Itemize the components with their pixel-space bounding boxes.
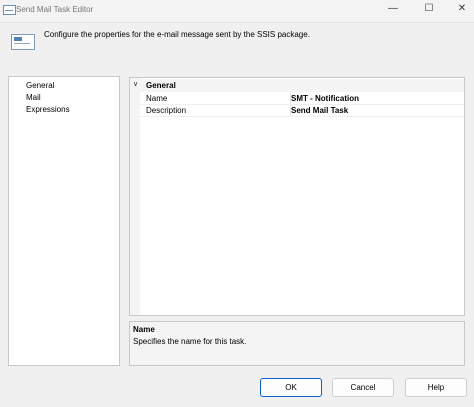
- title-bar: Send Mail Task Editor — ☐ ✕: [0, 0, 474, 23]
- property-value[interactable]: Send Mail Task: [291, 106, 348, 115]
- property-row-description[interactable]: Description Send Mail Task: [140, 104, 464, 117]
- email-icon: [11, 34, 35, 50]
- help-button[interactable]: Help: [405, 378, 467, 397]
- description-pane: Name Specifies the name for this task.: [129, 321, 465, 366]
- description-title: Name: [133, 325, 155, 334]
- header-description: Configure the properties for the e-mail …: [44, 30, 310, 39]
- chevron-down-icon[interactable]: ∨: [133, 80, 138, 88]
- minimize-button[interactable]: —: [378, 0, 408, 22]
- window-title: Send Mail Task Editor: [16, 5, 94, 14]
- property-name: Description: [146, 106, 187, 115]
- property-value[interactable]: SMT - Notification: [291, 94, 359, 103]
- category-row-general[interactable]: ∨ General: [130, 79, 464, 92]
- category-label: General: [146, 81, 176, 90]
- dialog-header: Configure the properties for the e-mail …: [0, 23, 474, 65]
- property-grid: ∨ General Name SMT - Notification Descri…: [129, 77, 465, 316]
- nav-item-mail[interactable]: Mail: [26, 93, 41, 102]
- ok-button[interactable]: OK: [260, 378, 322, 397]
- cancel-button[interactable]: Cancel: [332, 378, 394, 397]
- property-name: Name: [146, 94, 168, 103]
- grid-gutter: [130, 78, 140, 315]
- maximize-button[interactable]: ☐: [414, 0, 444, 22]
- window-icon: [3, 5, 16, 15]
- nav-item-general[interactable]: General: [26, 81, 54, 90]
- description-text: Specifies the name for this task.: [133, 337, 247, 346]
- page-navigation: General Mail Expressions: [8, 76, 120, 366]
- close-button[interactable]: ✕: [447, 0, 474, 22]
- nav-item-expressions[interactable]: Expressions: [26, 105, 70, 114]
